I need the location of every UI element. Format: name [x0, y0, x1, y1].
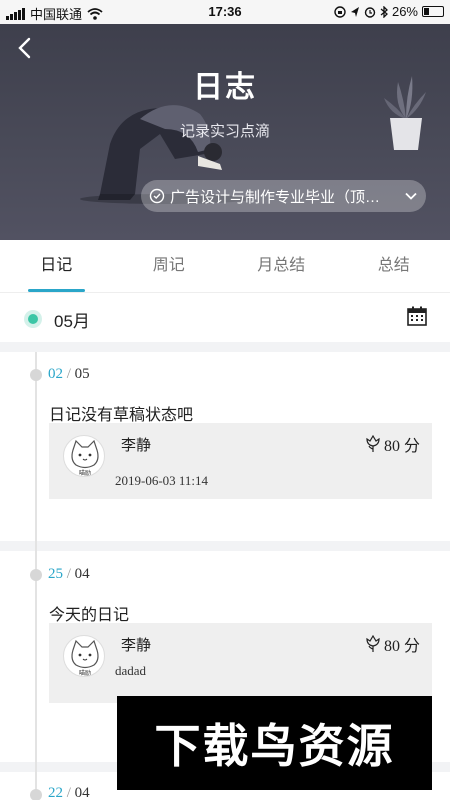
- entry-date: 22 / 04: [48, 785, 90, 800]
- tab-monthly-summary[interactable]: 月总结: [225, 240, 338, 292]
- tab-diary[interactable]: 日记: [0, 240, 113, 292]
- tab-weekly[interactable]: 周记: [113, 240, 226, 292]
- avatar: 喵励: [63, 435, 105, 477]
- watermark-overlay: 下载鸟资源: [117, 696, 432, 790]
- location-icon: [350, 6, 359, 17]
- score: 80 分: [365, 632, 420, 656]
- major-selector[interactable]: 广告设计与制作专业毕业（顶…: [141, 180, 426, 212]
- cat-avatar-icon: 喵励: [71, 639, 99, 677]
- month-dot: [24, 310, 42, 328]
- section-divider: [0, 541, 450, 551]
- entry-date: 02 / 05: [48, 366, 90, 383]
- status-bar: 中国联通 17:36 26%: [0, 0, 450, 24]
- flower-icon: [366, 635, 380, 652]
- header-banner: 日志 记录实习点滴 广告设计与制作专业毕业（顶…: [0, 24, 450, 240]
- entry-content: dadad: [115, 663, 147, 678]
- author-name: 李静: [121, 637, 152, 654]
- section-divider: [0, 342, 450, 352]
- timeline-dot: [30, 369, 42, 381]
- entry-month: 05: [74, 366, 90, 382]
- score-value: 80 分: [383, 438, 420, 455]
- avatar-caption: 喵励: [79, 469, 91, 477]
- avatar-caption: 喵励: [79, 669, 91, 677]
- page-title: 日志: [193, 71, 257, 104]
- month-header: 05月: [0, 294, 450, 342]
- battery-percent: 26%: [391, 4, 418, 19]
- tab-bar: 日记 周记 月总结 总结: [0, 240, 450, 293]
- alarm-icon: [364, 6, 376, 18]
- date-separator: /: [66, 366, 71, 382]
- month-label: 05月: [54, 312, 90, 331]
- entry-day: 22: [48, 785, 63, 800]
- entry-title: 日记没有草稿状态吧: [49, 407, 194, 424]
- bluetooth-icon: [380, 5, 388, 18]
- calendar-icon[interactable]: [407, 306, 427, 326]
- tab-summary[interactable]: 总结: [338, 240, 450, 292]
- back-arrow-icon[interactable]: [14, 36, 38, 60]
- potted-plant-illustration: [384, 76, 426, 150]
- major-selector-label: 广告设计与制作专业毕业（顶…: [170, 188, 381, 206]
- timeline-dot: [30, 569, 42, 581]
- page-subtitle: 记录实习点滴: [179, 123, 270, 140]
- entry-timestamp: 2019-06-03 11:14: [115, 473, 209, 488]
- timeline-dot: [30, 789, 42, 800]
- score-value: 80 分: [383, 638, 420, 655]
- chevron-down-icon: [405, 192, 417, 200]
- flower-icon: [366, 435, 380, 452]
- cat-avatar-icon: 喵励: [71, 439, 99, 477]
- entry-day: 25: [48, 566, 63, 582]
- date-separator: /: [66, 785, 71, 800]
- entry-card[interactable]: 喵励 李静 80 分 2019-06-03 11:14: [49, 423, 432, 499]
- status-right: 26%: [334, 4, 444, 19]
- score: 80 分: [365, 432, 420, 456]
- entry-title: 今天的日记: [49, 607, 130, 624]
- entry-card[interactable]: 喵励 李静 80 分 dadad: [49, 623, 432, 703]
- check-circle-icon: [149, 188, 165, 204]
- date-separator: /: [66, 566, 71, 582]
- entry-date: 25 / 04: [48, 566, 90, 583]
- battery-icon: [422, 6, 444, 17]
- lock-rotation-icon: [334, 5, 346, 18]
- entry-month: 04: [74, 785, 90, 800]
- entry-month: 04: [74, 566, 90, 582]
- avatar: 喵励: [63, 635, 105, 677]
- author-name: 李静: [121, 437, 152, 454]
- entry-day: 02: [48, 366, 63, 382]
